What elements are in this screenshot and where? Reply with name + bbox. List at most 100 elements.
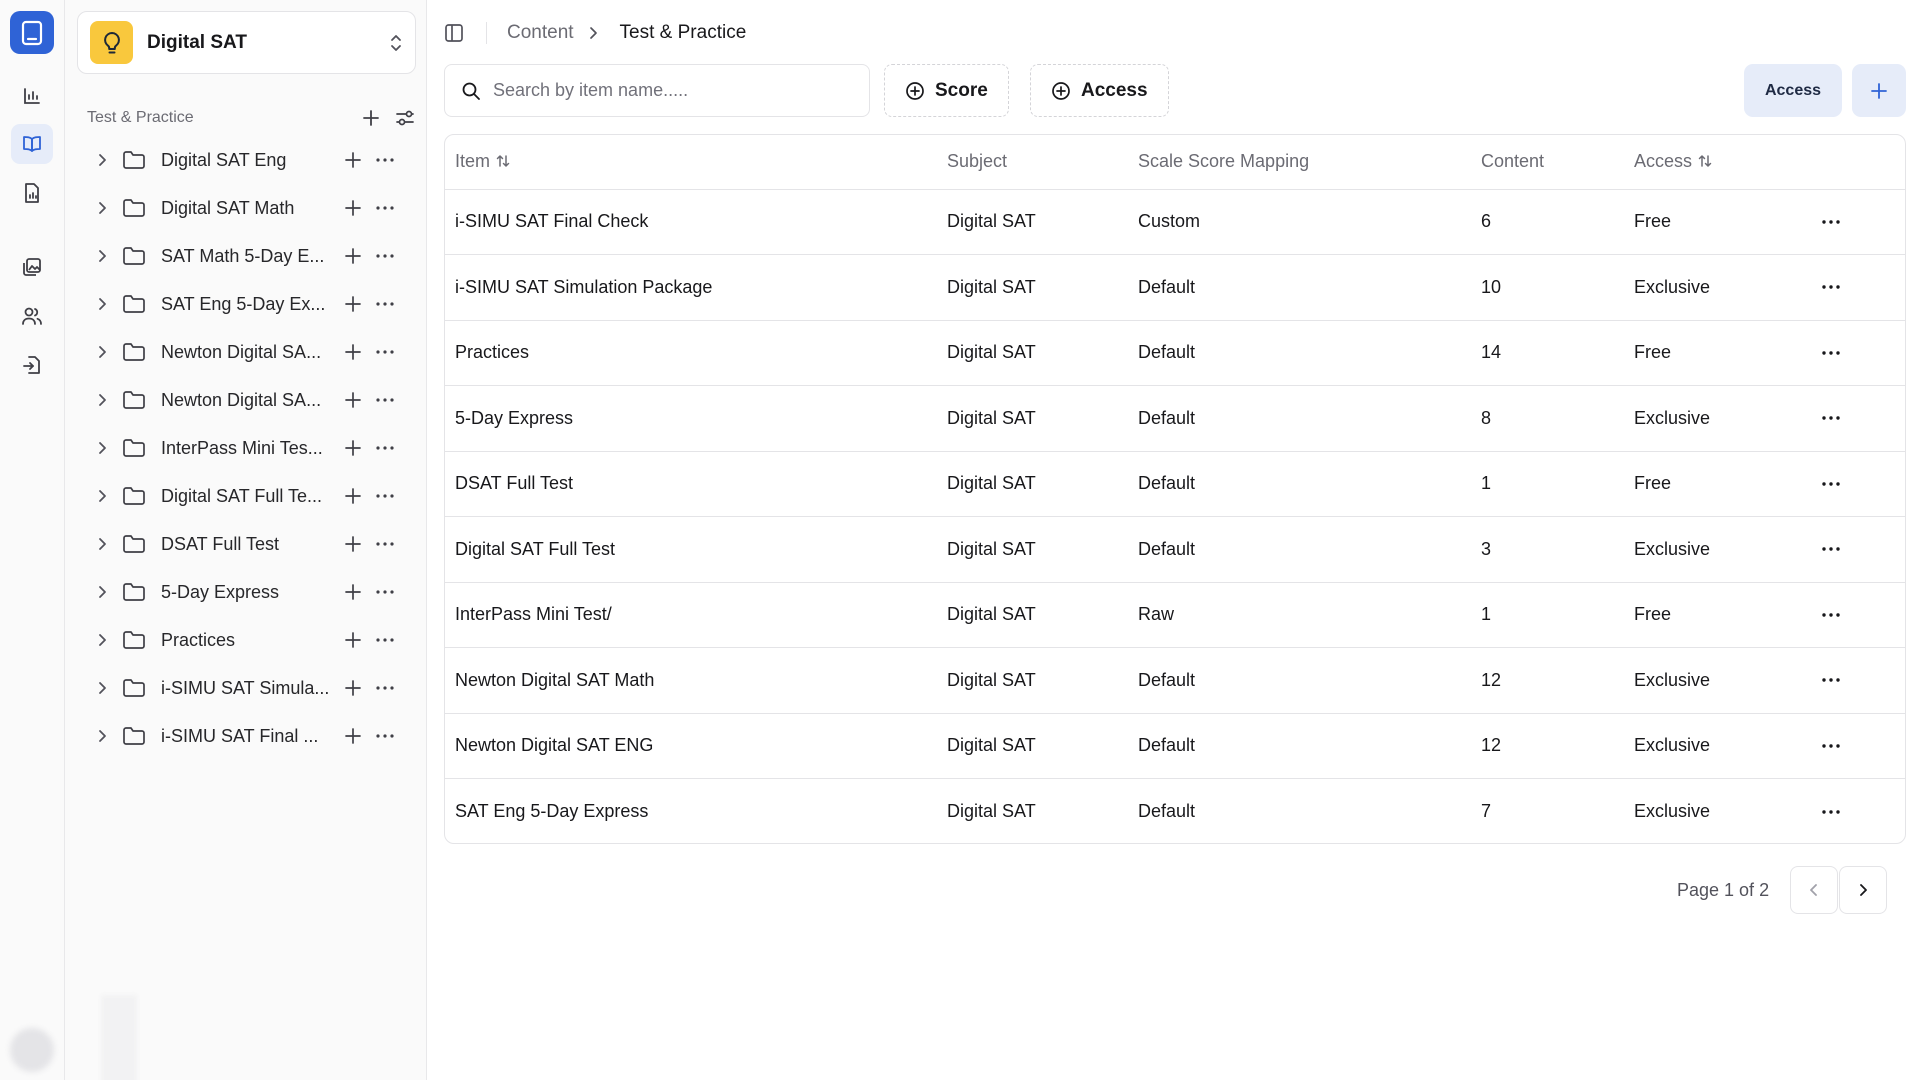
add-plus-icon[interactable] xyxy=(341,532,365,556)
cell-item[interactable]: InterPass Mini Test/ xyxy=(445,582,937,648)
chevron-right-icon[interactable] xyxy=(92,150,112,170)
cell-item[interactable]: i-SIMU SAT Simulation Package xyxy=(445,254,937,321)
more-options-icon[interactable] xyxy=(373,388,397,412)
column-header-item[interactable]: Item xyxy=(445,135,937,190)
report-document-icon[interactable] xyxy=(11,173,53,213)
chevron-right-icon[interactable] xyxy=(92,534,112,554)
app-logo-icon[interactable] xyxy=(10,11,54,54)
table-row[interactable]: InterPass Mini Test/Digital SAT Raw 1 Free xyxy=(445,582,1905,648)
access-filter-button[interactable]: Access xyxy=(1030,64,1169,117)
more-options-icon[interactable] xyxy=(373,196,397,220)
row-more-icon[interactable] xyxy=(1817,734,1845,758)
row-more-icon[interactable] xyxy=(1817,472,1845,496)
row-more-icon[interactable] xyxy=(1817,210,1845,234)
cell-item[interactable]: Practices xyxy=(445,320,937,386)
chevron-right-icon[interactable] xyxy=(92,246,112,266)
more-options-icon[interactable] xyxy=(373,724,397,748)
row-more-icon[interactable] xyxy=(1817,275,1845,299)
add-plus-icon[interactable] xyxy=(341,628,365,652)
add-plus-icon[interactable] xyxy=(341,196,365,220)
tree-folder-item[interactable]: i-SIMU SAT Final ... xyxy=(87,712,417,760)
more-options-icon[interactable] xyxy=(373,292,397,316)
cell-item[interactable]: SAT Eng 5-Day Express xyxy=(445,779,937,844)
row-more-icon[interactable] xyxy=(1817,406,1845,430)
cell-item[interactable]: Newton Digital SAT ENG xyxy=(445,713,937,779)
chevron-right-icon[interactable] xyxy=(92,630,112,650)
access-button[interactable]: Access xyxy=(1744,64,1842,117)
tree-folder-item[interactable]: SAT Math 5-Day E... xyxy=(87,232,417,280)
cell-item[interactable]: DSAT Full Test xyxy=(445,451,937,517)
add-plus-icon[interactable] xyxy=(341,724,365,748)
more-options-icon[interactable] xyxy=(373,580,397,604)
more-options-icon[interactable] xyxy=(373,484,397,508)
chevron-right-icon[interactable] xyxy=(92,294,112,314)
table-row[interactable]: Practices Digital SAT Default 14 Free xyxy=(445,320,1905,386)
chevron-right-icon[interactable] xyxy=(92,726,112,746)
previous-page-button[interactable] xyxy=(1790,866,1839,914)
chevron-right-icon[interactable] xyxy=(92,342,112,362)
search-box[interactable] xyxy=(444,64,870,117)
more-options-icon[interactable] xyxy=(373,148,397,172)
more-options-icon[interactable] xyxy=(373,532,397,556)
tree-folder-item[interactable]: Newton Digital SA... xyxy=(87,328,417,376)
table-row[interactable]: Newton Digital SAT Math Digital SAT Defaul… xyxy=(445,647,1905,714)
table-row[interactable]: DSAT Full Test Digital SAT Default 1 Free xyxy=(445,451,1905,517)
analytics-icon[interactable] xyxy=(11,76,53,116)
next-page-button[interactable] xyxy=(1839,866,1888,914)
table-row[interactable]: i-SIMU SAT Final Check Digital SAT Custom 6… xyxy=(445,189,1905,255)
tree-folder-item[interactable]: Newton Digital SA... xyxy=(87,376,417,424)
add-folder-plus-icon[interactable] xyxy=(359,106,383,130)
row-more-icon[interactable] xyxy=(1817,668,1845,692)
tree-folder-item[interactable]: Practices xyxy=(87,616,417,664)
score-filter-button[interactable]: Score xyxy=(884,64,1009,117)
add-plus-icon[interactable] xyxy=(341,580,365,604)
table-row[interactable]: Newton Digital SAT ENG Digital SAT Default… xyxy=(445,713,1905,779)
chevron-right-icon[interactable] xyxy=(92,390,112,410)
row-more-icon[interactable] xyxy=(1817,603,1845,627)
tree-folder-item[interactable]: Digital SAT Math xyxy=(87,184,417,232)
add-plus-icon[interactable] xyxy=(341,292,365,316)
table-row[interactable]: SAT Eng 5-Day Express Digital SAT Default 7… xyxy=(445,779,1905,844)
search-input[interactable] xyxy=(493,80,853,101)
add-item-button[interactable] xyxy=(1852,64,1906,117)
tree-folder-item[interactable]: InterPass Mini Tes... xyxy=(87,424,417,472)
sort-icon[interactable] xyxy=(1698,152,1712,173)
add-plus-icon[interactable] xyxy=(341,484,365,508)
tree-folder-item[interactable]: i-SIMU SAT Simula... xyxy=(87,664,417,712)
chevron-right-icon[interactable] xyxy=(92,582,112,602)
more-options-icon[interactable] xyxy=(373,244,397,268)
add-plus-icon[interactable] xyxy=(341,244,365,268)
row-more-icon[interactable] xyxy=(1817,537,1845,561)
table-row[interactable]: Digital SAT Full Test Digital SAT Default 3… xyxy=(445,516,1905,583)
image-gallery-icon[interactable] xyxy=(11,247,53,287)
more-options-icon[interactable] xyxy=(373,628,397,652)
tree-folder-item[interactable]: Digital SAT Eng xyxy=(87,136,417,184)
chevron-right-icon[interactable] xyxy=(92,438,112,458)
workspace-switcher[interactable]: Digital SAT xyxy=(77,11,416,74)
sort-icon[interactable] xyxy=(496,152,510,173)
add-plus-icon[interactable] xyxy=(341,148,365,172)
table-row[interactable]: 5-Day Express Digital SAT Default 8 Exclusiv… xyxy=(445,385,1905,452)
tree-folder-item[interactable]: DSAT Full Test xyxy=(87,520,417,568)
chevron-right-icon[interactable] xyxy=(92,198,112,218)
row-more-icon[interactable] xyxy=(1817,800,1845,824)
cell-item[interactable]: Newton Digital SAT Math xyxy=(445,647,937,714)
import-document-icon[interactable] xyxy=(11,345,53,385)
add-plus-icon[interactable] xyxy=(341,340,365,364)
tree-folder-item[interactable]: Digital SAT Full Te... xyxy=(87,472,417,520)
more-options-icon[interactable] xyxy=(373,340,397,364)
sidebar-toggle-icon[interactable] xyxy=(444,22,466,44)
add-plus-icon[interactable] xyxy=(341,388,365,412)
tree-folder-item[interactable]: SAT Eng 5-Day Ex... xyxy=(87,280,417,328)
tree-folder-item[interactable]: 5-Day Express xyxy=(87,568,417,616)
breadcrumb-parent[interactable]: Content xyxy=(507,22,574,44)
column-header-access[interactable]: Access xyxy=(1624,135,1807,190)
cell-item[interactable]: i-SIMU SAT Final Check xyxy=(445,189,937,255)
content-book-icon[interactable] xyxy=(11,124,53,164)
table-row[interactable]: i-SIMU SAT Simulation Package Digital SAT… xyxy=(445,254,1905,321)
more-options-icon[interactable] xyxy=(373,676,397,700)
cell-item[interactable]: Digital SAT Full Test xyxy=(445,516,937,583)
more-options-icon[interactable] xyxy=(373,436,397,460)
chevron-right-icon[interactable] xyxy=(92,678,112,698)
add-plus-icon[interactable] xyxy=(341,436,365,460)
